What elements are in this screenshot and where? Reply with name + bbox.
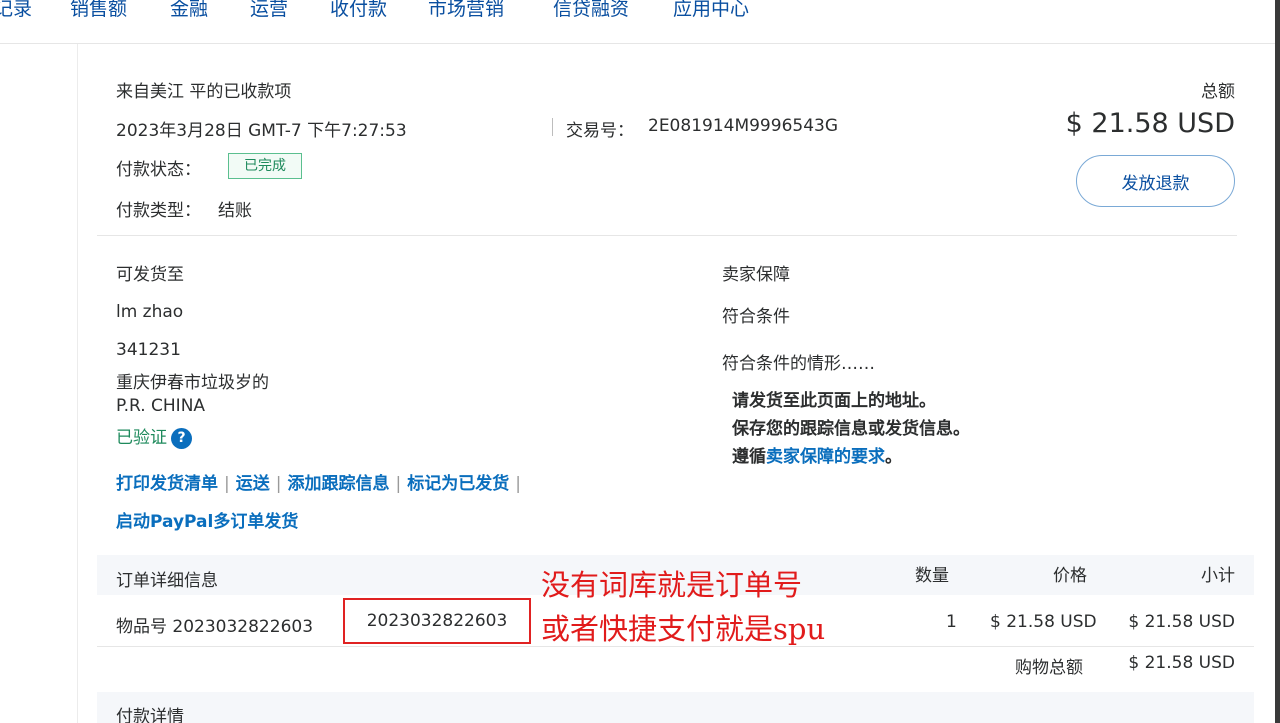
transaction-id: 2E081914M9996543G [648, 116, 839, 136]
nav-item-marketing[interactable]: 市场营销 [428, 0, 504, 21]
payment-datetime: 2023年3月28日 GMT-7 下午7:27:53 [116, 121, 407, 141]
ship-name: lm zhao [116, 302, 184, 322]
highlight-box: 2023032822603 [343, 598, 531, 644]
ship-to-heading: 可发货至 [116, 265, 184, 285]
condition-2: 保存您的跟踪信息或发货信息。 [732, 419, 970, 439]
condition-3-suffix: 。 [885, 447, 902, 467]
window-right-edge [1275, 0, 1280, 723]
status-badge: 已完成 [228, 153, 302, 179]
ship-postcode: 341231 [116, 340, 181, 360]
verified-label: 已验证 [116, 428, 167, 448]
item-subtotal: $ 21.58 USD [1128, 612, 1235, 632]
cart-total: $ 21.58 USD [1128, 653, 1235, 673]
condition-1: 请发货至此页面上的地址。 [732, 391, 936, 411]
section-divider [97, 235, 1237, 236]
help-icon[interactable]: ? [171, 428, 192, 449]
seller-protection-link[interactable]: 卖家保障的要求 [766, 447, 885, 467]
address-verified: 已验证? [116, 423, 192, 449]
issue-refund-button[interactable]: 发放退款 [1076, 155, 1235, 207]
ship-address: 重庆伊春市垃圾岁的 [116, 373, 269, 393]
nav-item-operations[interactable]: 运营 [250, 0, 288, 21]
transaction-label: 交易号： [566, 121, 634, 141]
ship-country: P.R. CHINA [116, 396, 206, 416]
add-tracking-link[interactable]: 添加跟踪信息 [287, 474, 389, 494]
annotation-line-2: 或者快捷支付就是spu [541, 612, 826, 646]
type-label: 付款类型： [116, 201, 201, 221]
col-price: 价格 [1053, 566, 1087, 586]
divider [552, 118, 553, 136]
separator: | [275, 474, 282, 494]
top-nav: 记录 销售额 金融 运营 收付款 市场营销 信贷融资 应用中心 [0, 0, 1275, 44]
content-left-border [77, 44, 78, 723]
total-amount: $ 21.58 USD [1065, 108, 1235, 139]
payment-title: 来自美江 平的已收款项 [116, 82, 292, 102]
cart-total-label: 购物总额 [1015, 658, 1083, 678]
separator: | [224, 474, 230, 494]
nav-item-credit[interactable]: 信贷融资 [553, 0, 629, 21]
col-qty: 数量 [915, 566, 949, 586]
condition-3-prefix: 遵循 [732, 447, 766, 467]
conditions-title: 符合条件的情形…… [722, 354, 875, 374]
nav-item-apps[interactable]: 应用中心 [673, 0, 749, 21]
total-label: 总额 [1201, 82, 1235, 102]
type-value: 结账 [218, 201, 252, 221]
payment-details-heading: 付款详情 [116, 707, 184, 723]
condition-3: 遵循卖家保障的要求。 [732, 442, 902, 467]
annotation-line-1: 没有词库就是订单号 [541, 568, 803, 602]
nav-item-finance[interactable]: 金融 [170, 0, 208, 21]
col-subtotal: 小计 [1201, 566, 1235, 586]
status-label: 付款状态： [116, 160, 201, 180]
ship-link[interactable]: 运送 [236, 474, 270, 494]
item-code: 2023032822603 [366, 611, 508, 631]
protection-eligible: 符合条件 [722, 307, 790, 327]
nav-item-records[interactable]: 记录 [0, 0, 32, 21]
item-price: $ 21.58 USD [990, 612, 1097, 632]
item-qty: 1 [946, 612, 957, 632]
print-packing-slip-link[interactable]: 打印发货清单 [116, 474, 218, 494]
shipping-actions: 打印发货清单 | 运送 | 添加跟踪信息 | 标记为已发货 | [116, 469, 527, 494]
order-details-heading: 订单详细信息 [116, 571, 218, 591]
nav-item-sales[interactable]: 销售额 [70, 0, 127, 21]
mark-shipped-link[interactable]: 标记为已发货 [407, 474, 509, 494]
payment-details-band [97, 692, 1254, 723]
nav-item-payments[interactable]: 收付款 [330, 0, 387, 21]
multi-order-shipping-link[interactable]: 启动PayPal多订单发货 [116, 507, 298, 532]
separator: | [395, 474, 402, 494]
separator: | [515, 474, 521, 494]
seller-protection-heading: 卖家保障 [722, 265, 790, 285]
item-number: 物品号 2023032822603 [116, 617, 314, 637]
